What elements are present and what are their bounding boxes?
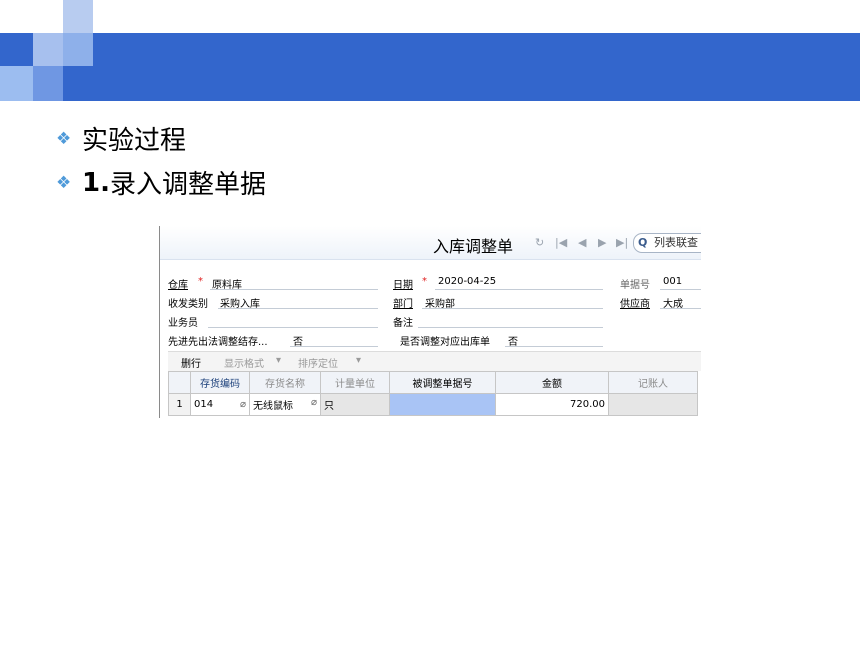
chevron-down-icon[interactable]: ▾	[276, 355, 281, 366]
bookkeeper-cell	[608, 393, 698, 416]
field-underline	[422, 308, 603, 309]
table-row: 1 014 ⌀ 无线鼠标 ⌀ 只 720.00	[168, 393, 698, 416]
remark-label: 备注	[393, 318, 413, 329]
bullet-item: ❖ 实验过程	[56, 120, 186, 157]
bullet-item: ❖ 1. 录入调整单据	[56, 164, 266, 201]
first-page-icon[interactable]: |◀	[555, 236, 567, 249]
decor-square	[33, 66, 63, 101]
fifo-label: 先进先出法调整结存...	[168, 337, 268, 348]
unit-cell: 只	[320, 393, 390, 416]
bullet-text: 实验过程	[82, 126, 187, 156]
doc-no-field[interactable]: 001	[663, 276, 682, 287]
salesman-field[interactable]	[208, 327, 378, 328]
paperclip-icon[interactable]: ⌀	[240, 399, 246, 410]
header-band	[0, 33, 860, 101]
column-header[interactable]: 计量单位	[320, 371, 390, 394]
bullet-text: 录入调整单据	[109, 170, 266, 200]
bullet-number: 1.	[82, 167, 110, 198]
search-icon: Q	[638, 236, 648, 249]
cell-value: 无线鼠标	[253, 401, 293, 412]
decor-square	[0, 66, 33, 101]
last-page-icon[interactable]: ▶|	[616, 236, 628, 249]
form-toolbar: 入库调整单 ↻ |◀ ◀ ▶ ▶| Q 列表联查	[160, 226, 701, 260]
diamond-bullet-icon: ❖	[56, 172, 72, 193]
row-number-header	[168, 371, 191, 394]
inventory-code-cell[interactable]: 014 ⌀	[190, 393, 250, 416]
delete-row-button[interactable]: 删行	[181, 355, 201, 370]
required-mark: *	[198, 276, 203, 287]
column-header[interactable]: 存货名称	[249, 371, 321, 394]
amount-cell[interactable]: 720.00	[495, 393, 609, 416]
field-underline	[290, 346, 378, 347]
chevron-down-icon[interactable]: ▾	[356, 355, 361, 366]
dept-label[interactable]: 部门	[393, 295, 413, 310]
field-underline	[210, 289, 378, 290]
field-underline	[660, 289, 701, 290]
column-header[interactable]: 存货编码	[190, 371, 250, 394]
warehouse-label[interactable]: 仓库	[168, 276, 188, 291]
field-underline	[218, 308, 378, 309]
required-mark: *	[422, 276, 427, 287]
field-underline	[660, 308, 701, 309]
adjusted-doc-cell[interactable]	[389, 393, 496, 416]
date-field[interactable]: 2020-04-25	[438, 276, 496, 287]
row-number: 1	[168, 393, 191, 416]
paperclip-icon[interactable]: ⌀	[311, 397, 317, 408]
column-header[interactable]: 记账人	[608, 371, 698, 394]
next-page-icon[interactable]: ▶	[598, 236, 606, 249]
field-underline	[435, 289, 603, 290]
salesman-label: 业务员	[168, 318, 198, 329]
form-title: 入库调整单	[433, 237, 514, 256]
column-header[interactable]: 金额	[495, 371, 609, 394]
search-label: 列表联查	[654, 236, 698, 249]
supplier-label[interactable]: 供应商	[620, 295, 650, 310]
sort-locate-button[interactable]: 排序定位	[298, 355, 338, 370]
diamond-bullet-icon: ❖	[56, 128, 72, 149]
receive-type-label: 收发类别	[168, 299, 208, 310]
remark-field[interactable]	[418, 327, 603, 328]
field-underline	[505, 346, 603, 347]
inventory-name-cell[interactable]: 无线鼠标 ⌀	[249, 393, 321, 416]
doc-no-label: 单据号	[620, 280, 650, 291]
search-box[interactable]: Q 列表联查	[633, 233, 701, 253]
grid-toolbar: 删行 显示格式 ▾ 排序定位 ▾	[168, 351, 701, 371]
decor-square	[63, 0, 93, 33]
detail-grid: 存货编码 存货名称 计量单位 被调整单据号 金额 记账人 1 014 ⌀ 无线鼠…	[168, 371, 698, 416]
screenshot-panel: 入库调整单 ↻ |◀ ◀ ▶ ▶| Q 列表联查 仓库 * 原料库 日期 * 2…	[159, 226, 701, 418]
decor-square	[63, 33, 93, 66]
date-label: 日期	[393, 280, 413, 291]
refresh-icon[interactable]: ↻	[535, 236, 544, 249]
adjust-out-label: 是否调整对应出库单	[400, 337, 490, 348]
column-header[interactable]: 被调整单据号	[389, 371, 496, 394]
cell-value: 014	[194, 399, 214, 410]
prev-page-icon[interactable]: ◀	[578, 236, 586, 249]
decor-square	[33, 33, 63, 66]
grid-header-row: 存货编码 存货名称 计量单位 被调整单据号 金额 记账人	[168, 371, 698, 394]
display-format-button[interactable]: 显示格式	[224, 355, 264, 370]
